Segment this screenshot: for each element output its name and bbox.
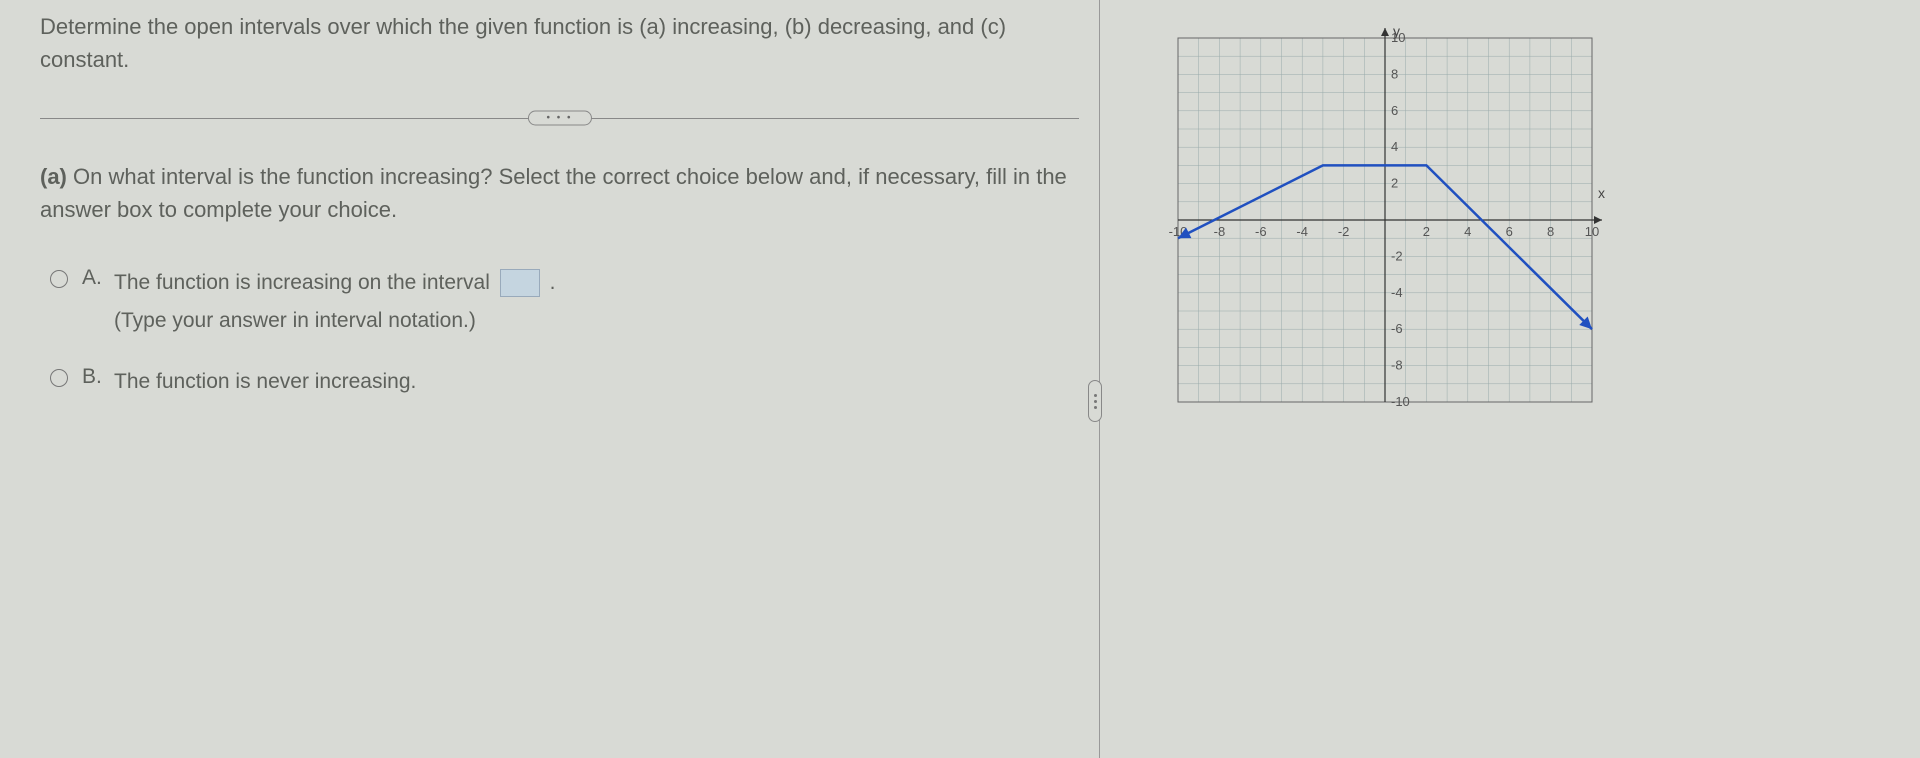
svg-text:-4: -4 (1296, 224, 1308, 239)
svg-text:4: 4 (1391, 139, 1398, 154)
part-a-label: (a) (40, 164, 67, 189)
svg-text:6: 6 (1506, 224, 1513, 239)
svg-text:8: 8 (1391, 66, 1398, 81)
svg-text:10: 10 (1585, 224, 1599, 239)
function-graph: yx-10-8-6-4-2246810-10-8-6-4-2246810 (1160, 20, 1610, 420)
svg-text:-6: -6 (1391, 321, 1403, 336)
svg-text:-2: -2 (1391, 248, 1403, 263)
radio-b[interactable] (50, 369, 68, 387)
svg-text:4: 4 (1464, 224, 1471, 239)
expand-pill[interactable]: • • • (527, 111, 591, 126)
part-a-question: (a) On what interval is the function inc… (40, 160, 1079, 226)
svg-text:-2: -2 (1338, 224, 1350, 239)
option-b-letter: B. (82, 365, 114, 389)
svg-text:-6: -6 (1255, 224, 1267, 239)
svg-text:x: x (1598, 185, 1605, 201)
option-a-text-before: The function is increasing on the interv… (114, 271, 490, 294)
section-separator[interactable]: • • • (40, 106, 1079, 130)
interval-answer-input[interactable] (500, 269, 540, 297)
option-a-text-after: . (550, 271, 556, 294)
svg-text:2: 2 (1423, 224, 1430, 239)
svg-text:-8: -8 (1214, 224, 1226, 239)
option-b-row[interactable]: B. The function is never increasing. (50, 365, 1079, 399)
option-b-text: The function is never increasing. (114, 370, 416, 393)
option-a-row[interactable]: A. The function is increasing on the int… (50, 266, 1079, 337)
radio-a[interactable] (50, 270, 68, 288)
part-a-text: On what interval is the function increas… (40, 164, 1067, 222)
svg-text:-10: -10 (1391, 394, 1410, 409)
svg-text:-4: -4 (1391, 285, 1403, 300)
svg-text:10: 10 (1391, 30, 1405, 45)
svg-text:-8: -8 (1391, 358, 1403, 373)
option-a-hint: (Type your answer in interval notation.) (114, 304, 1079, 338)
question-prompt: Determine the open intervals over which … (40, 10, 1079, 76)
svg-text:2: 2 (1391, 176, 1398, 191)
svg-text:6: 6 (1391, 103, 1398, 118)
option-a-letter: A. (82, 266, 114, 290)
svg-text:8: 8 (1547, 224, 1554, 239)
